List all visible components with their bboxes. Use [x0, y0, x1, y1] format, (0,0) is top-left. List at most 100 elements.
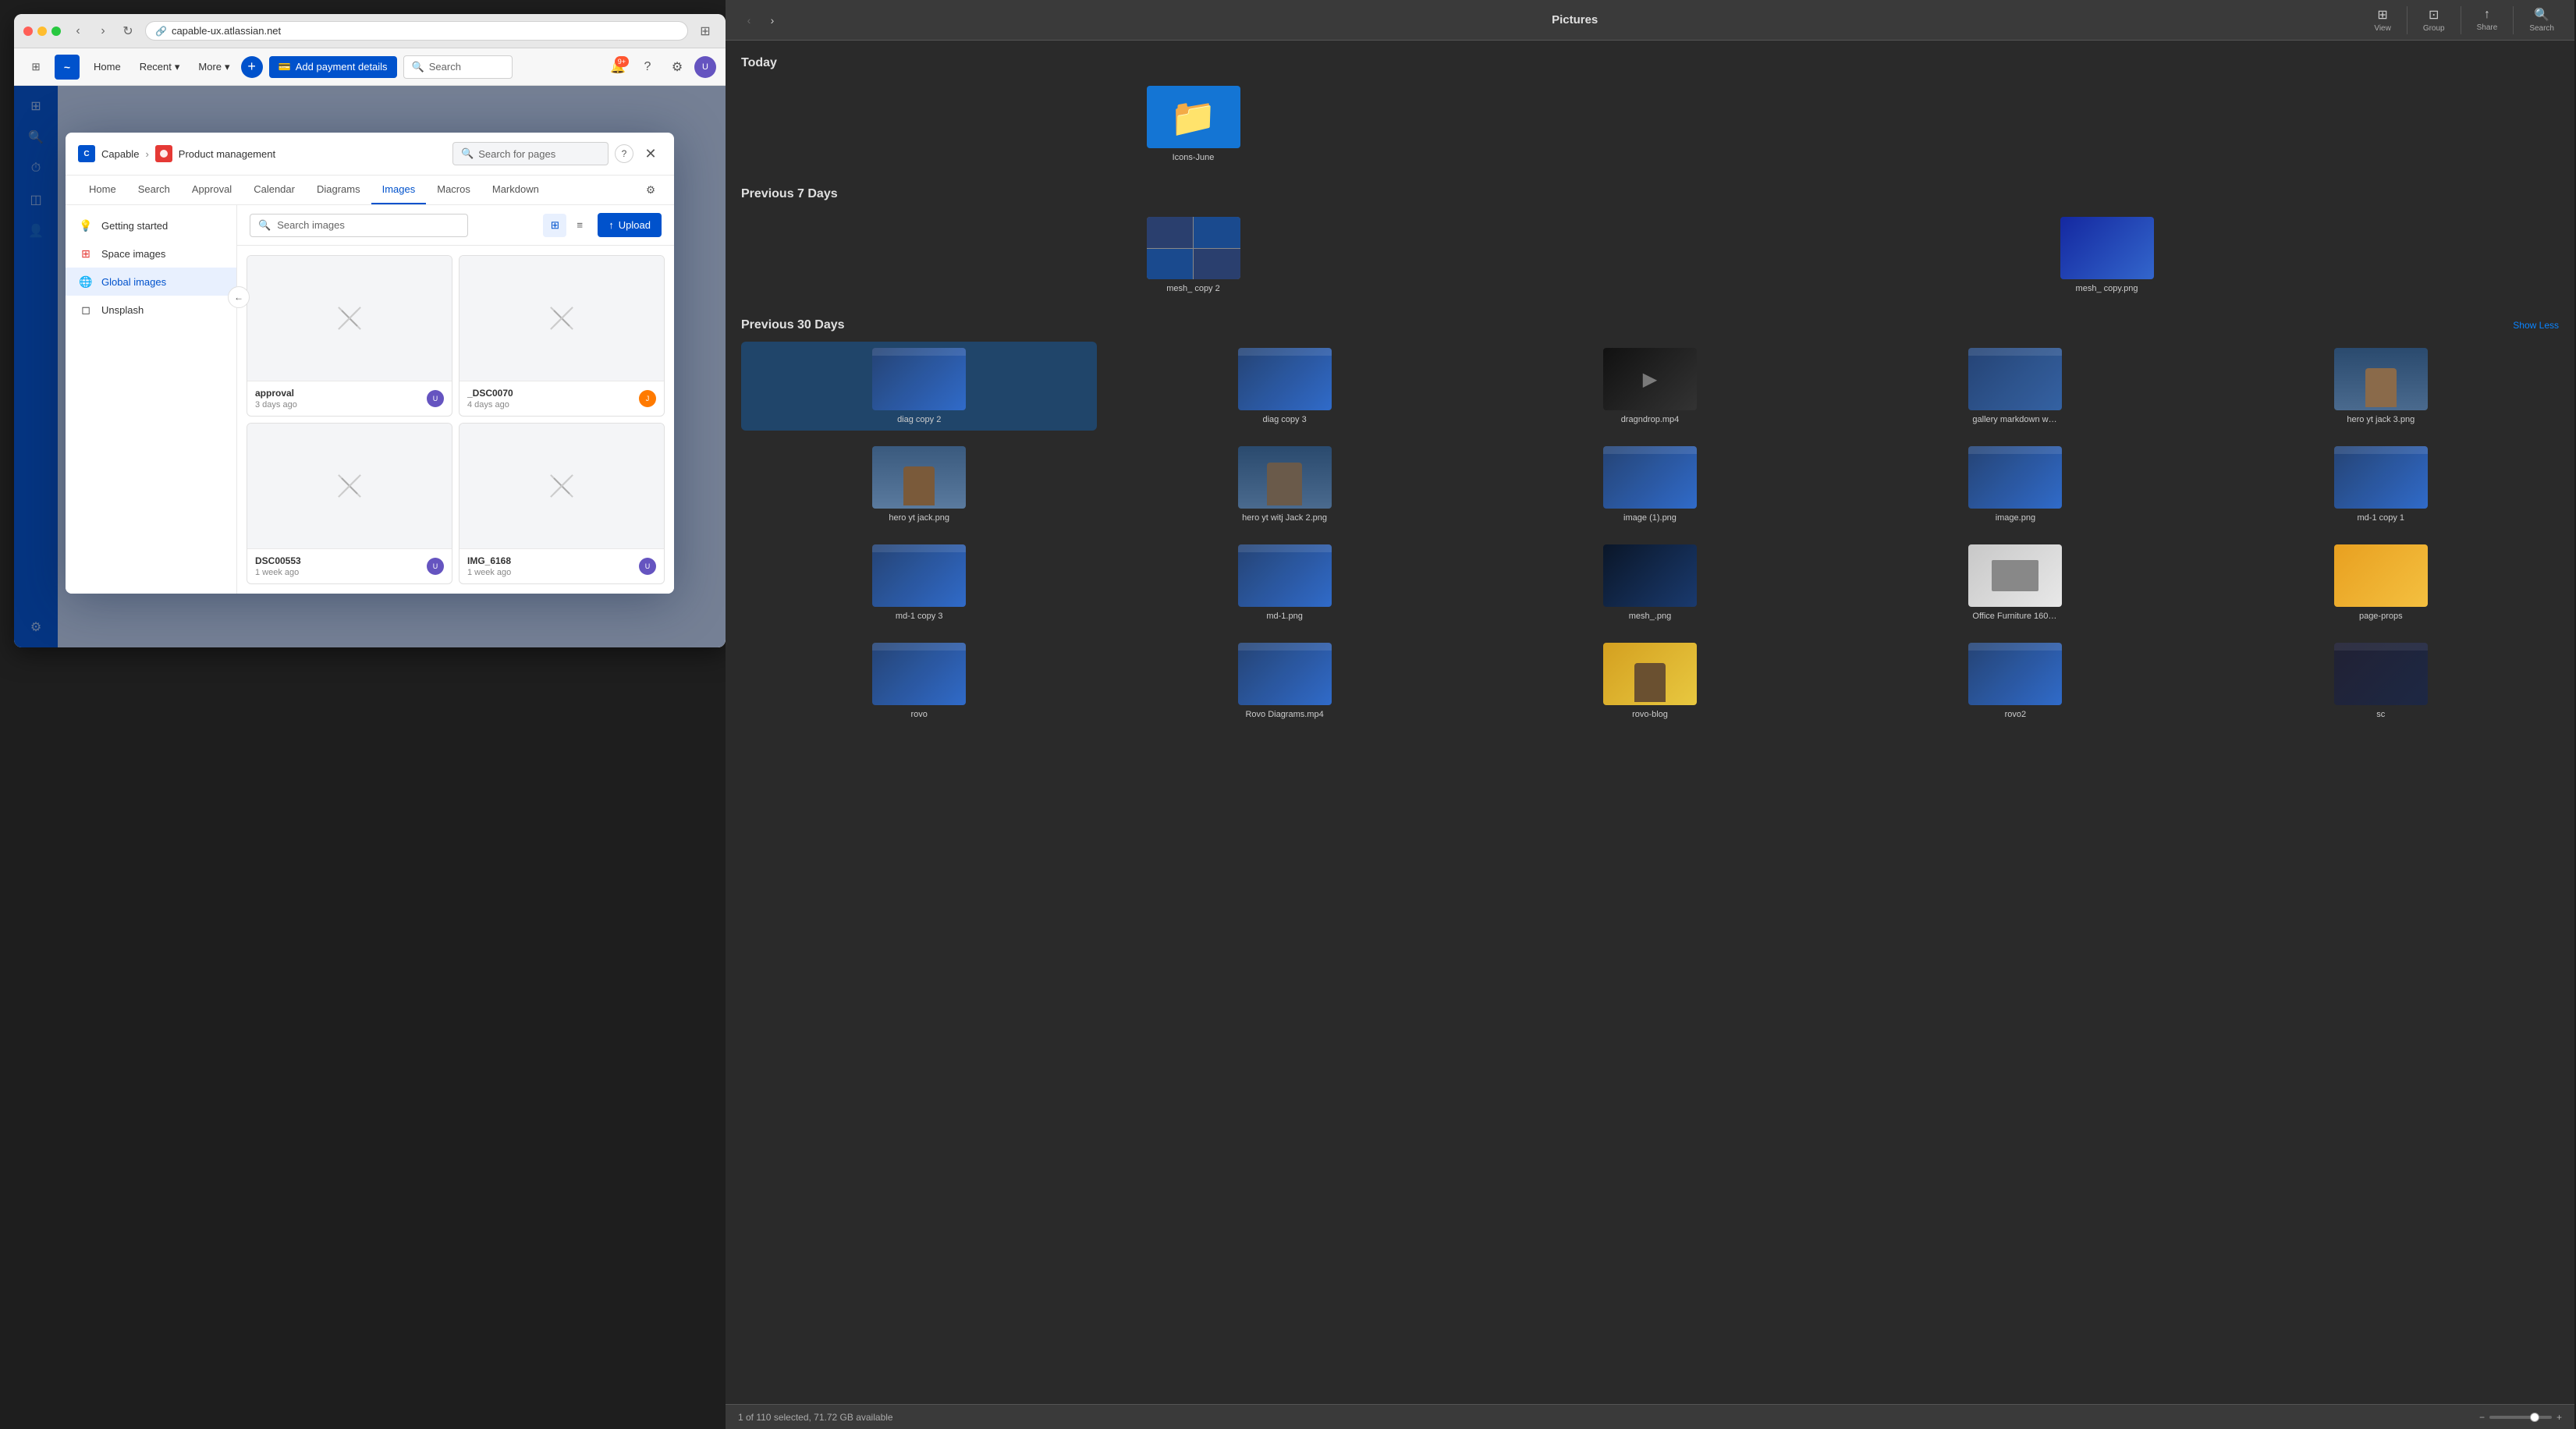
file-item-rovo2[interactable]: rovo2 [1837, 636, 2193, 725]
sidebar-toggle-button[interactable]: ⊞ [694, 20, 716, 42]
image-search-input[interactable]: 🔍 Search images [250, 214, 468, 237]
file-item-sc[interactable]: sc [2203, 636, 2559, 725]
file-item-rovo[interactable]: rovo [741, 636, 1097, 725]
zoom-out-icon[interactable]: − [2479, 1412, 2485, 1423]
file-item-rovo-diagrams[interactable]: Rovo Diagrams.mp4 [1106, 636, 1462, 725]
image-card-img6168[interactable]: IMG_6168 1 week ago U [459, 423, 665, 584]
sidebar-item-space-images[interactable]: ⊞ Space images [66, 239, 236, 268]
globe-icon: 🌐 [78, 274, 94, 289]
collapse-sidebar-button[interactable]: ← [228, 286, 250, 308]
file-item-diag-copy3[interactable]: diag copy 3 [1106, 342, 1462, 431]
file-item-md1[interactable]: md-1.png [1106, 538, 1462, 627]
refresh-button[interactable]: ↻ [117, 20, 139, 42]
image-card-dsc0070[interactable]: _DSC0070 4 days ago J [459, 255, 665, 417]
modal-sidebar: 💡 Getting started ⊞ Space images 🌐 Globa… [66, 205, 237, 594]
settings-button[interactable]: ⚙ [665, 55, 690, 80]
modal-overlay: C Capable › Product management 🔍 Search … [14, 86, 726, 647]
file-item-mesh-copy2[interactable]: mesh_ copy 2 [741, 211, 1645, 300]
bulb-icon: 💡 [78, 218, 94, 233]
search-icon: 🔍 [412, 61, 424, 73]
prev30-section: Previous 30 Days Show Less diag copy 2 d… [741, 318, 2559, 725]
file-item-md1-copy1[interactable]: md-1 copy 1 [2203, 440, 2559, 529]
file-item-gallery-pdf[interactable]: gallery markdown wirefra...done.pdf [1837, 342, 2193, 431]
prev7-section-header: Previous 7 Days [741, 187, 2559, 201]
file-item-hero-yt-jack3[interactable]: hero yt jack 3.png [2203, 342, 2559, 431]
insert-image-modal: C Capable › Product management 🔍 Search … [66, 133, 674, 594]
browser-chrome: ‹ › ↻ 🔗 capable-ux.atlassian.net ⊞ [14, 14, 726, 48]
modal-search[interactable]: 🔍 Search for pages [452, 142, 609, 165]
show-less-button[interactable]: Show Less [2513, 320, 2559, 331]
share-tool[interactable]: ↑ Share [2469, 5, 2506, 35]
file-item-office-furniture[interactable]: Office Furniture 1600x8...rge copy [1837, 538, 2193, 627]
tab-calendar[interactable]: Calendar [243, 176, 306, 204]
search-bar[interactable]: 🔍 Search [403, 55, 513, 79]
file-name: diag copy 3 [1262, 415, 1306, 424]
tab-approval[interactable]: Approval [181, 176, 243, 204]
tab-search[interactable]: Search [127, 176, 181, 204]
file-item-dragndrop[interactable]: ▶ dragndrop.mp4 [1472, 342, 1828, 431]
upload-icon: ↑ [609, 219, 614, 231]
file-item-hero-yt-witj[interactable]: hero yt witj Jack 2.png [1106, 440, 1462, 529]
back-button[interactable]: ‹ [67, 20, 89, 42]
home-link[interactable]: Home [86, 56, 129, 77]
zoom-control: − + [2479, 1412, 2562, 1423]
zoom-in-icon[interactable]: + [2556, 1412, 2562, 1423]
file-item-hero-yt-jack[interactable]: hero yt jack.png [741, 440, 1097, 529]
tab-diagrams[interactable]: Diagrams [306, 176, 371, 204]
zoom-slider[interactable] [2489, 1416, 2552, 1419]
modal-close-button[interactable]: ✕ [640, 143, 662, 165]
more-link[interactable]: More ▾ [190, 56, 237, 78]
upload-button[interactable]: ↑ Upload [598, 213, 662, 237]
sidebar-item-getting-started[interactable]: 💡 Getting started [66, 211, 236, 239]
forward-nav-button[interactable]: › [761, 9, 783, 31]
grid-view-button[interactable]: ⊞ [543, 214, 566, 237]
search-tool[interactable]: 🔍 Search [2521, 4, 2562, 36]
file-item-rovo-blog[interactable]: rovo-blog [1472, 636, 1828, 725]
file-thumbnail: ▶ [1603, 348, 1697, 410]
lock-icon: 🔗 [155, 26, 167, 37]
recent-link[interactable]: Recent ▾ [132, 56, 188, 78]
file-item-icons-june[interactable]: 📁 Icons-June [741, 80, 1645, 168]
add-payment-button[interactable]: 💳 Add payment details [269, 56, 397, 78]
file-item-page-props[interactable]: page-props [2203, 538, 2559, 627]
help-button[interactable]: ? [635, 55, 660, 80]
apps-grid-button[interactable]: ⊞ [23, 55, 48, 80]
notification-badge: 9+ [615, 56, 629, 67]
close-window-btn[interactable] [23, 27, 33, 36]
file-item-mesh-copy[interactable]: mesh_ copy.png [1655, 211, 2559, 300]
notification-button[interactable]: 🔔 9+ [605, 55, 630, 80]
tab-home[interactable]: Home [78, 176, 127, 204]
group-tool[interactable]: ⊡ Group [2415, 4, 2453, 36]
back-nav-button[interactable]: ‹ [738, 9, 760, 31]
view-tool[interactable]: ⊞ View [2366, 4, 2399, 36]
image-card-dsc00553[interactable]: DSC00553 1 week ago U [247, 423, 452, 584]
file-item-diag-copy2[interactable]: diag copy 2 [741, 342, 1097, 431]
file-item-image[interactable]: image.png [1837, 440, 2193, 529]
file-name: diag copy 2 [897, 415, 941, 424]
forward-button[interactable]: › [92, 20, 114, 42]
sidebar-item-global-images[interactable]: 🌐 Global images [66, 268, 236, 296]
prev7-section: Previous 7 Days mesh_ copy 2 [741, 187, 2559, 300]
modal-main: 🔍 Search images ⊞ ≡ ↑ Upload [237, 205, 674, 594]
user-avatar[interactable]: U [694, 56, 716, 78]
browser-body: ⊞ 🔍 ⏱ ◫ 👤 ⚙ C Capable › [14, 86, 726, 647]
file-item-md1-copy3[interactable]: md-1 copy 3 [741, 538, 1097, 627]
share-icon: ↑ [2484, 8, 2490, 22]
file-thumbnail [1603, 643, 1697, 705]
tab-markdown[interactable]: Markdown [481, 176, 550, 204]
maximize-window-btn[interactable] [51, 27, 61, 36]
image-time: 1 week ago [255, 568, 301, 577]
tab-macros[interactable]: Macros [426, 176, 481, 204]
search-label: Search [2529, 24, 2554, 33]
file-item-mesh[interactable]: mesh_.png [1472, 538, 1828, 627]
modal-settings-button[interactable]: ⚙ [640, 179, 662, 201]
file-item-image1[interactable]: image (1).png [1472, 440, 1828, 529]
modal-help-button[interactable]: ? [615, 144, 633, 163]
list-view-button[interactable]: ≡ [568, 214, 591, 237]
add-button[interactable]: + [241, 56, 263, 78]
tab-images[interactable]: Images [371, 176, 427, 204]
address-bar[interactable]: 🔗 capable-ux.atlassian.net [145, 21, 688, 41]
sidebar-item-unsplash[interactable]: ◻ Unsplash [66, 296, 236, 324]
minimize-window-btn[interactable] [37, 27, 47, 36]
image-card-approval[interactable]: approval 3 days ago U [247, 255, 452, 417]
